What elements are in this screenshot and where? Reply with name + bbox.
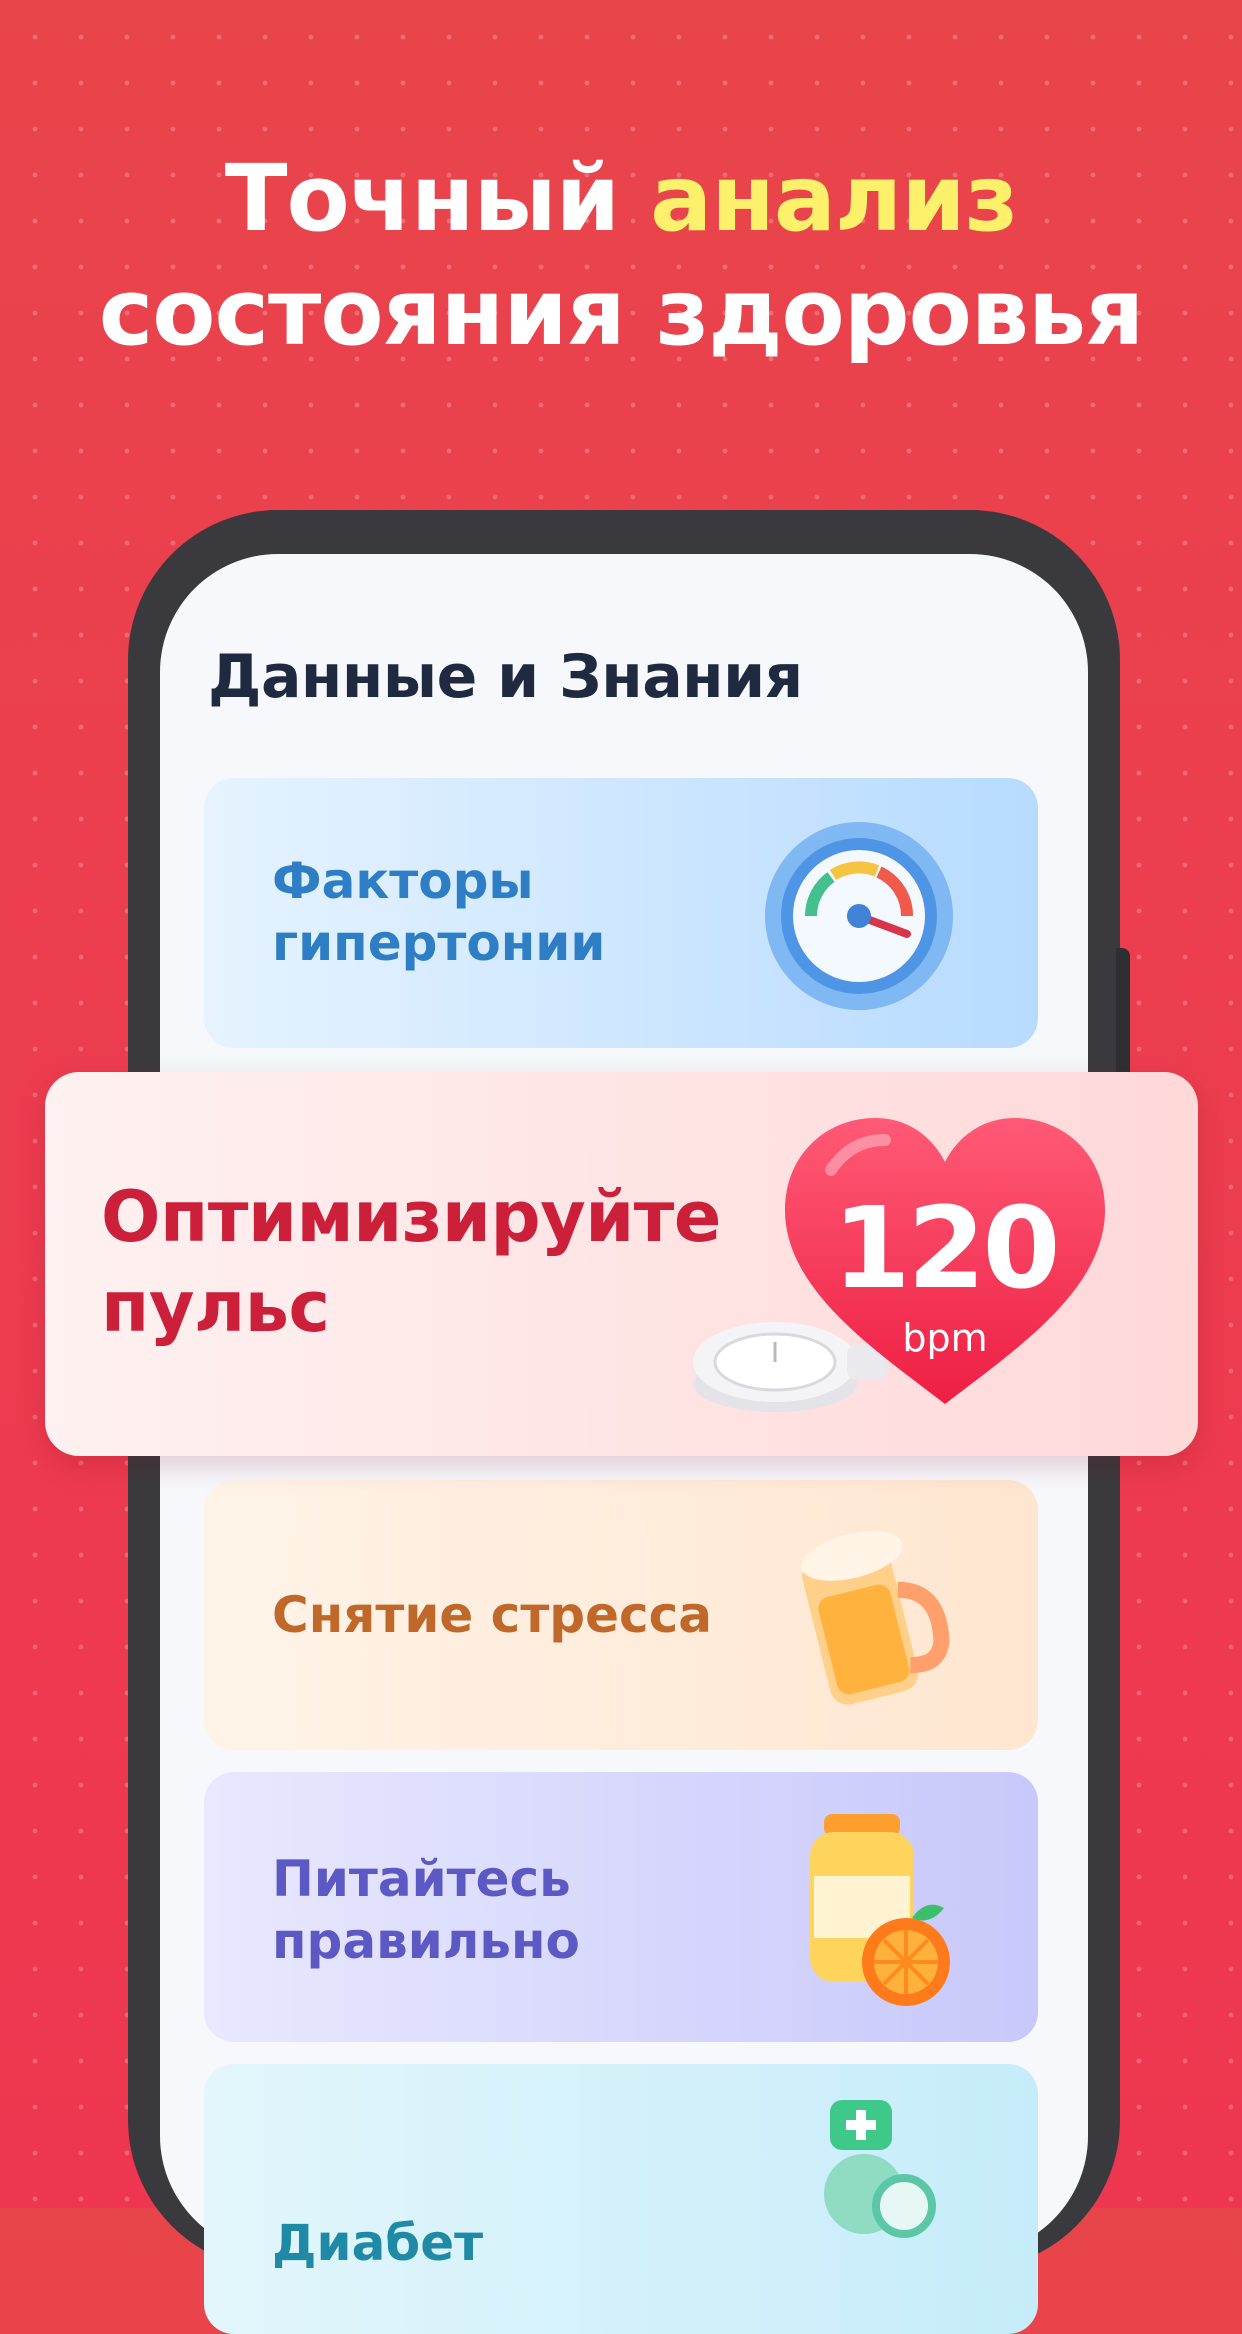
pulse-callout-card[interactable]: Оптимизируйте пульс 120 bpm xyxy=(45,1072,1198,1456)
jar-orange-icon xyxy=(810,1814,950,2006)
doctor-icon xyxy=(824,2100,936,2238)
card-stress-relief[interactable]: Снятие стресса xyxy=(204,1480,1038,1750)
card-label-line-2: гипертонии xyxy=(272,914,606,972)
beer-mug-icon xyxy=(801,1531,950,1705)
card-label-line-2: правильно xyxy=(272,1912,580,1970)
card-label: Факторы гипертонии xyxy=(272,850,605,974)
card-label-line-1: Питайтесь xyxy=(272,1850,571,1908)
headline-prefix: Точный xyxy=(224,145,620,252)
speedometer-icon xyxy=(765,822,953,1010)
pulse-label: Оптимизируйте пульс xyxy=(101,1172,721,1352)
headline: Точный анализ состояния здоровья xyxy=(0,142,1242,370)
card-label: Питайтесь правильно xyxy=(272,1848,580,1972)
pulse-unit: bpm xyxy=(902,1316,988,1360)
headline-line-1: Точный анализ xyxy=(0,142,1242,256)
card-label: Снятие стресса xyxy=(272,1586,713,1644)
screen-title: Данные и Знания xyxy=(208,642,803,712)
card-label-line-1: Факторы xyxy=(272,852,534,910)
pulse-value: 120 xyxy=(832,1184,1061,1314)
heart-widget: 120 bpm xyxy=(775,1110,1135,1430)
card-eat-right[interactable]: Питайтесь правильно xyxy=(204,1772,1038,2042)
card-label: Диабет xyxy=(272,2214,484,2272)
pulse-label-line-1: Оптимизируйте xyxy=(101,1176,721,1258)
card-hypertension-factors[interactable]: Факторы гипертонии xyxy=(204,778,1038,1048)
headline-line-2: состояния здоровья xyxy=(98,259,1145,366)
pulse-label-line-2: пульс xyxy=(101,1266,330,1348)
card-diabetes[interactable]: Диабет xyxy=(204,2064,1038,2334)
headline-accent: анализ xyxy=(650,145,1018,252)
